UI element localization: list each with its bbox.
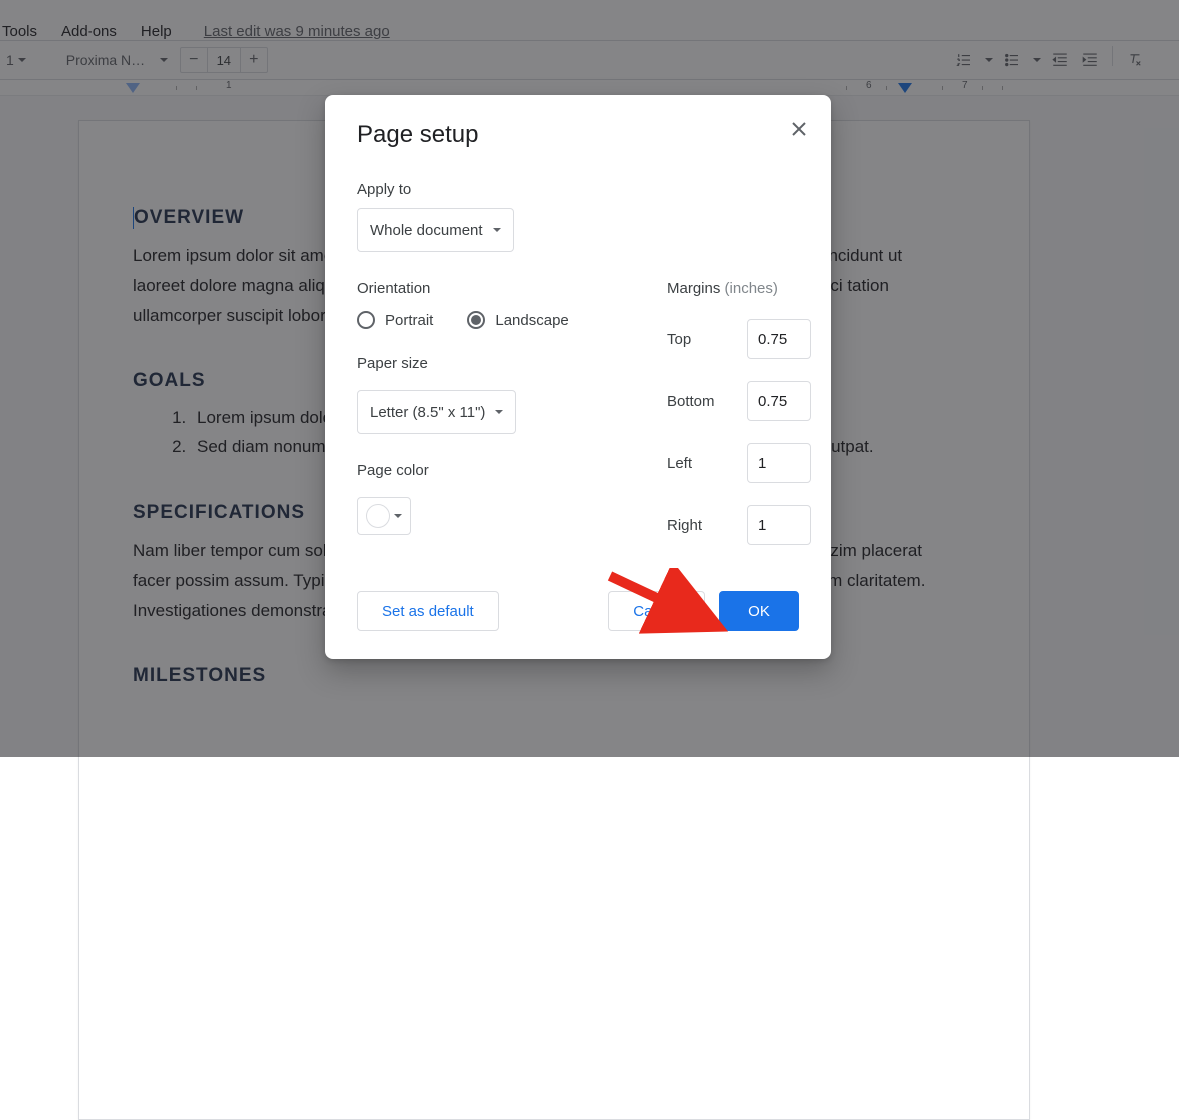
paper-size-dropdown[interactable]: Letter (8.5" x 11") (357, 390, 516, 434)
margins-label: Margins (inches) (667, 280, 811, 297)
margin-right-input[interactable] (747, 505, 811, 545)
apply-to-label: Apply to (357, 181, 799, 198)
cancel-button[interactable]: Cancel (608, 591, 705, 631)
orientation-portrait-label: Portrait (385, 312, 433, 329)
margin-bottom-label: Bottom (667, 393, 727, 410)
paper-size-value: Letter (8.5" x 11") (370, 404, 485, 421)
color-swatch-icon (366, 504, 390, 528)
set-default-button[interactable]: Set as default (357, 591, 499, 631)
orientation-landscape-label: Landscape (495, 312, 568, 329)
close-button[interactable] (785, 115, 813, 143)
radio-icon (467, 311, 485, 329)
page-color-dropdown[interactable] (357, 497, 411, 535)
margin-top-input[interactable] (747, 319, 811, 359)
dialog-title: Page setup (357, 121, 799, 149)
margin-bottom-input[interactable] (747, 381, 811, 421)
orientation-portrait-radio[interactable]: Portrait (357, 311, 433, 329)
margin-right-label: Right (667, 517, 727, 534)
margin-left-label: Left (667, 455, 727, 472)
chevron-down-icon (495, 410, 503, 414)
paper-size-label: Paper size (357, 355, 657, 372)
close-icon (791, 121, 807, 137)
apply-to-value: Whole document (370, 222, 483, 239)
chevron-down-icon (394, 514, 402, 518)
radio-icon (357, 311, 375, 329)
ok-button[interactable]: OK (719, 591, 799, 631)
page-setup-dialog: Page setup Apply to Whole document Orien… (325, 95, 831, 659)
orientation-label: Orientation (357, 280, 657, 297)
chevron-down-icon (493, 228, 501, 232)
apply-to-dropdown[interactable]: Whole document (357, 208, 514, 252)
orientation-landscape-radio[interactable]: Landscape (467, 311, 568, 329)
margin-left-input[interactable] (747, 443, 811, 483)
margin-top-label: Top (667, 331, 727, 348)
page-color-label: Page color (357, 462, 657, 479)
